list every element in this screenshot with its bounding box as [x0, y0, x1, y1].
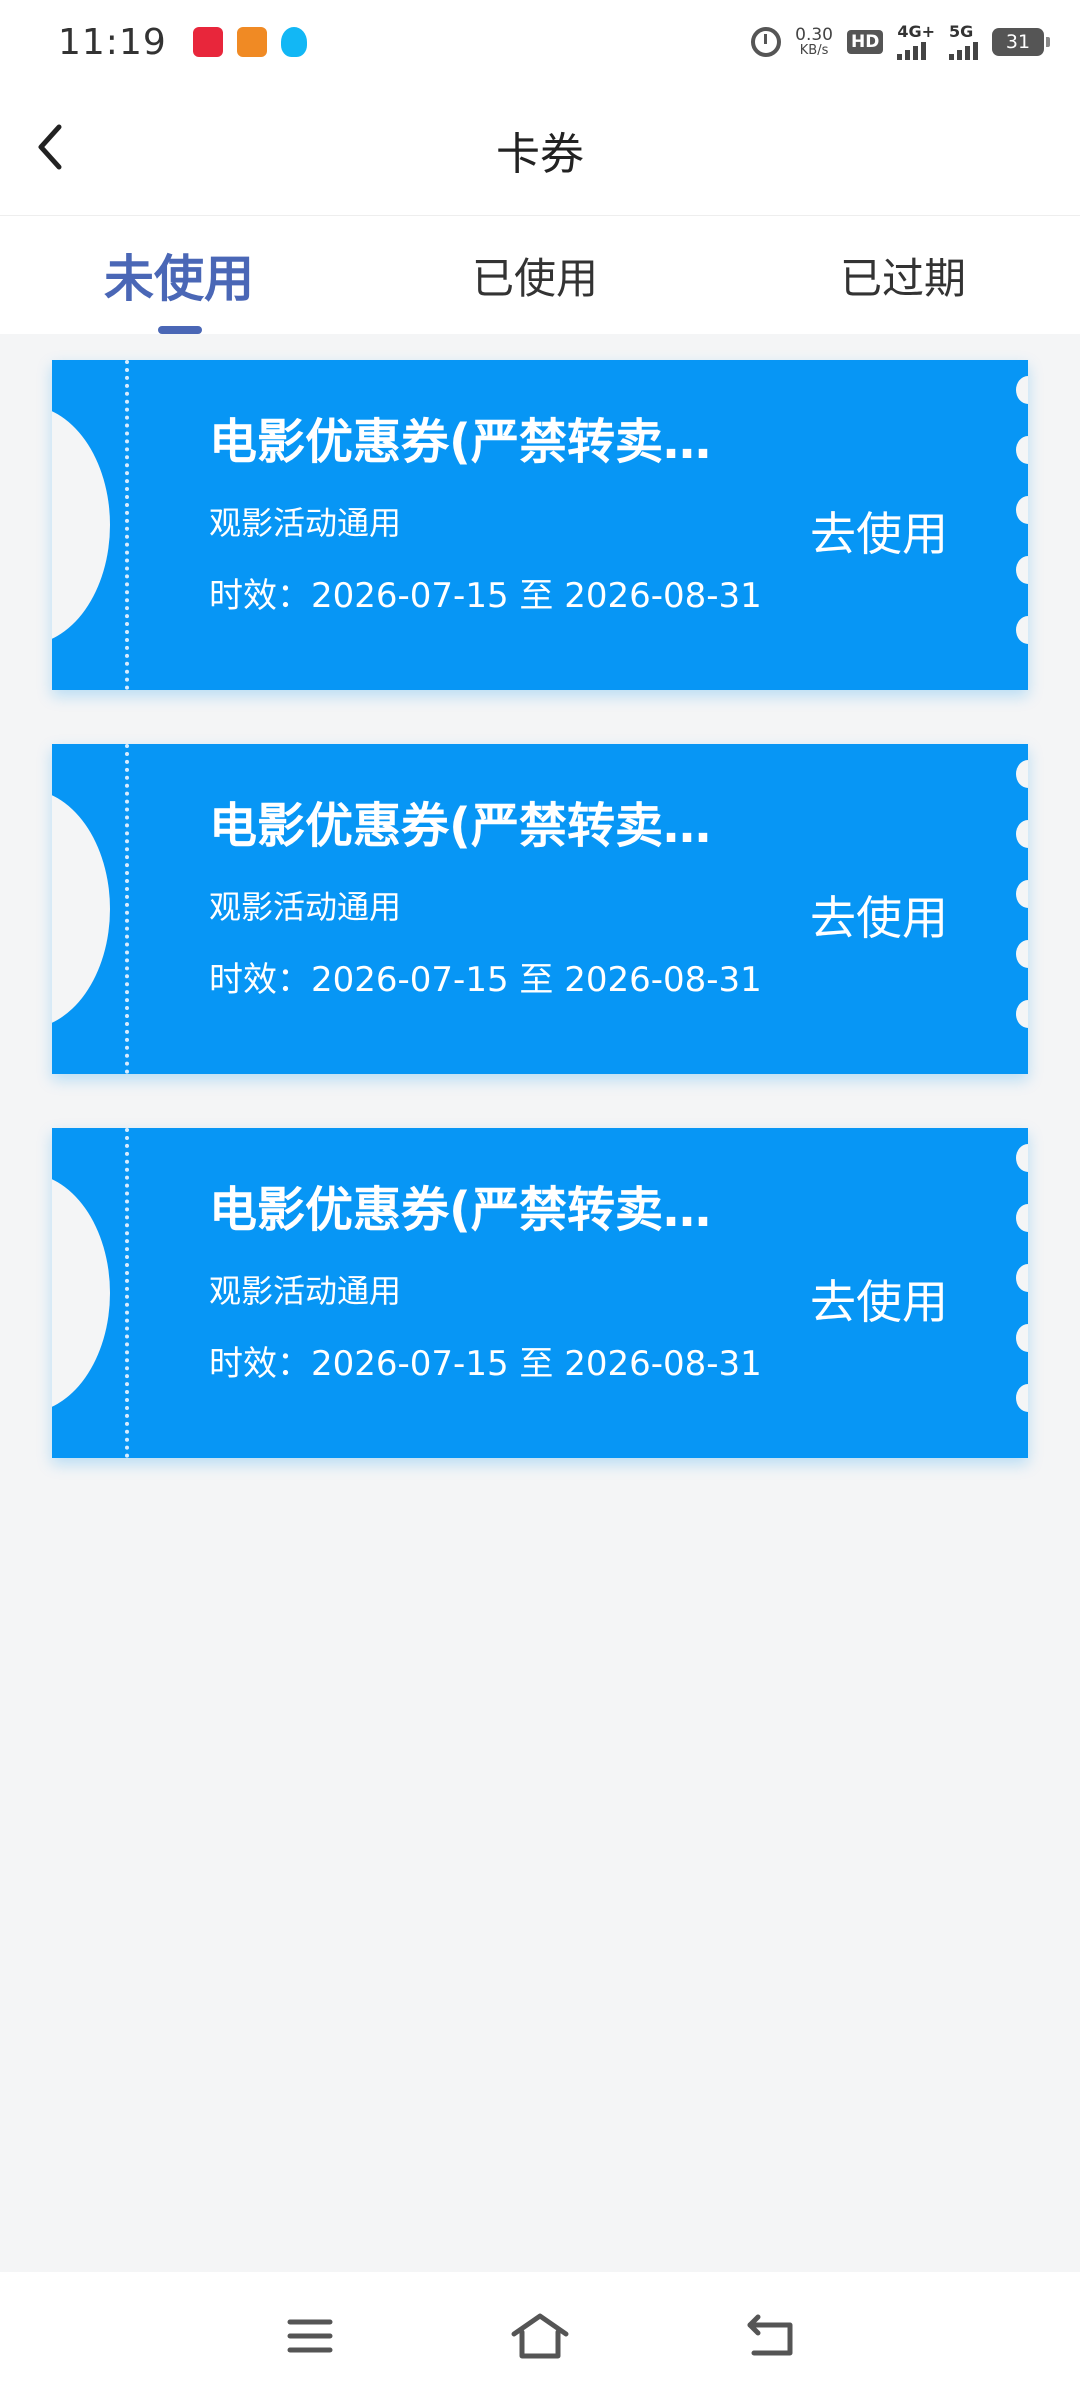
tab-label: 已过期	[839, 253, 966, 303]
use-coupon-button[interactable]: 去使用	[810, 1266, 948, 1332]
tab-bar: 未使用 已使用 已过期	[0, 216, 1080, 334]
signal-bars-icon	[897, 40, 927, 60]
network-speed: 0.30 KB/s	[795, 25, 833, 58]
signal-bars-icon	[949, 40, 978, 60]
tab-indicator	[158, 326, 202, 334]
status-bar: 11:19 0.30 KB/s HD 4G+ 5G 31	[0, 0, 1080, 84]
header: 卡券	[0, 84, 1080, 216]
coupon-list: 电影优惠券(严禁转卖… 观影活动通用 时效：2026-07-15 至 2026-…	[52, 360, 1028, 1512]
coupon-notch	[52, 1173, 110, 1413]
battery-icon: 31	[992, 28, 1050, 56]
coupon-scallop-edge	[1014, 1144, 1028, 1444]
coupon-subtitle: 观影活动通用	[209, 888, 402, 926]
nav-menu-button[interactable]	[275, 2306, 345, 2366]
signal-5g: 5G	[949, 24, 978, 60]
coupon-scallop-edge	[1014, 760, 1028, 1060]
status-time: 11:19	[58, 21, 167, 63]
status-indicators: 0.30 KB/s HD 4G+ 5G 31	[751, 24, 1050, 60]
coupon-notch	[52, 405, 110, 645]
hd-badge: HD	[846, 30, 884, 54]
tab-label: 已使用	[471, 253, 598, 303]
alarm-icon	[751, 27, 782, 57]
coupon-card[interactable]: 电影优惠券(严禁转卖… 观影活动通用 时效：2026-07-15 至 2026-…	[52, 1128, 1028, 1458]
use-coupon-button[interactable]: 去使用	[810, 882, 948, 948]
tab-used[interactable]: 已使用	[391, 216, 678, 334]
coupon-subtitle: 观影活动通用	[209, 504, 402, 542]
coupon-card[interactable]: 电影优惠券(严禁转卖… 观影活动通用 时效：2026-07-15 至 2026-…	[52, 744, 1028, 1074]
system-nav-bar	[0, 2272, 1080, 2400]
use-coupon-button[interactable]: 去使用	[810, 498, 948, 564]
notification-icons	[192, 27, 307, 57]
coupon-validity: 时效：2026-07-15 至 2026-08-31	[209, 960, 762, 1000]
coupon-subtitle: 观影活动通用	[209, 1272, 402, 1310]
app-notification-icon	[192, 27, 223, 57]
network-speed-unit: KB/s	[799, 43, 829, 58]
network-speed-value: 0.30	[795, 25, 833, 45]
coupon-scallop-edge	[1014, 376, 1028, 676]
signal-4g: 4G+	[897, 24, 935, 60]
coupon-title: 电影优惠券(严禁转卖…	[209, 414, 711, 470]
back-arrow-icon	[747, 2314, 793, 2356]
nav-back-button[interactable]	[735, 2306, 805, 2366]
coupon-perforation	[125, 1128, 129, 1458]
qq-notification-icon	[280, 27, 307, 57]
coupon-card[interactable]: 电影优惠券(严禁转卖… 观影活动通用 时效：2026-07-15 至 2026-…	[52, 360, 1028, 690]
app-notification-icon	[236, 27, 267, 57]
coupon-perforation	[125, 360, 129, 690]
tab-label: 未使用	[104, 250, 254, 308]
chevron-left-icon	[38, 124, 62, 170]
coupon-notch	[52, 789, 110, 1029]
coupon-title: 电影优惠券(严禁转卖…	[209, 798, 711, 854]
menu-icon	[287, 2319, 333, 2353]
tab-expired[interactable]: 已过期	[679, 216, 1080, 334]
coupon-title: 电影优惠券(严禁转卖…	[209, 1182, 711, 1238]
home-icon	[511, 2313, 569, 2359]
coupon-validity: 时效：2026-07-15 至 2026-08-31	[209, 1344, 762, 1384]
tab-unused[interactable]: 未使用	[0, 216, 391, 334]
coupon-validity: 时效：2026-07-15 至 2026-08-31	[209, 576, 762, 616]
coupon-perforation	[125, 744, 129, 1074]
nav-home-button[interactable]	[505, 2306, 575, 2366]
page-title: 卡券	[496, 128, 584, 180]
back-button[interactable]	[20, 112, 80, 182]
signal-5g-label: 5G	[949, 22, 974, 41]
signal-4g-label: 4G+	[897, 22, 935, 41]
